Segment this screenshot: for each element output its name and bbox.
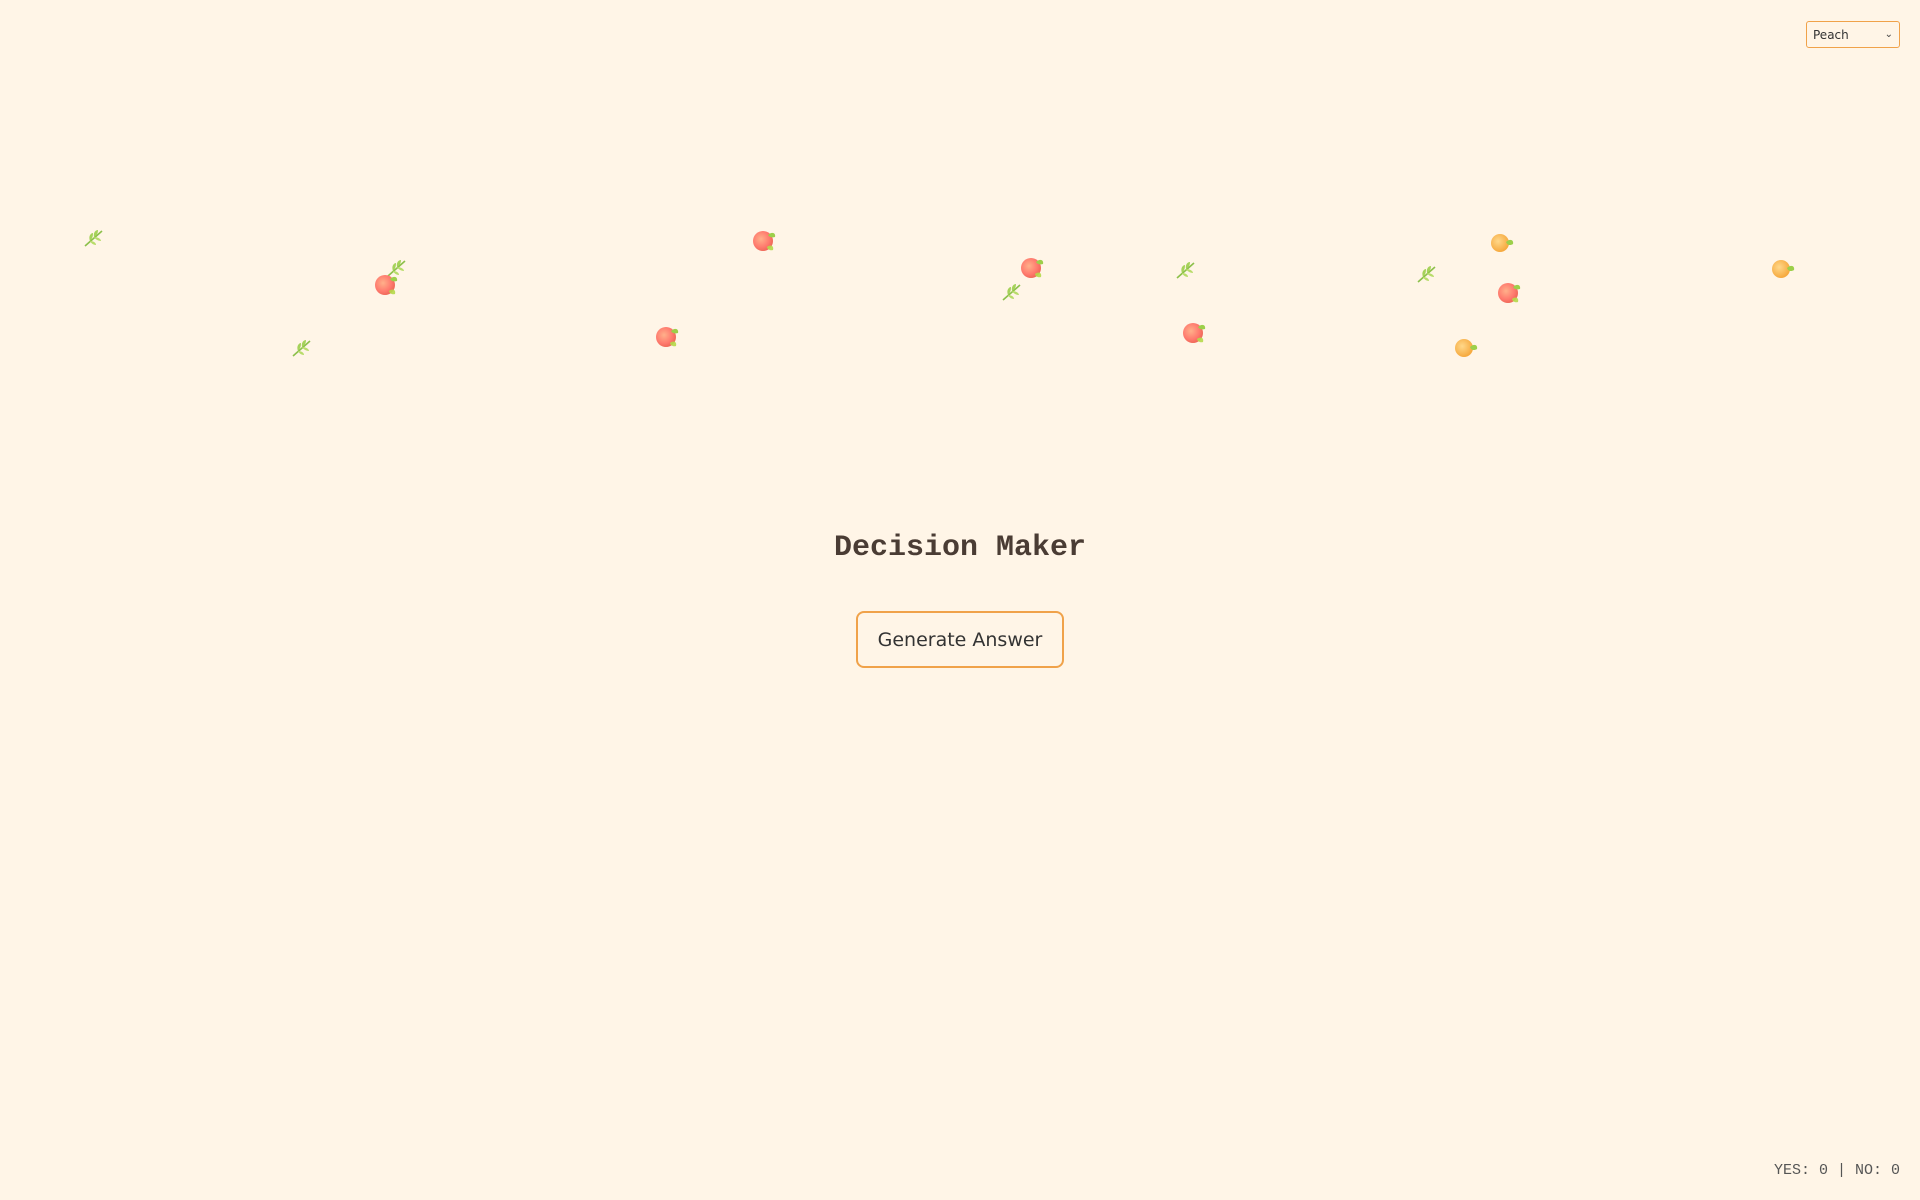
chevron-down-icon: ⌄ [1884,29,1893,40]
leaf-icon [998,278,1026,306]
orange-icon [1452,333,1480,361]
orange-icon [1488,228,1516,256]
generate-answer-button[interactable]: Generate Answer [856,611,1064,668]
orange-icon [1769,254,1797,282]
page-title: Decision Maker [833,531,1087,565]
peach-icon [653,322,681,350]
peach-icon [1180,318,1208,346]
theme-select-value: Peach [1813,27,1849,42]
leaf-icon [80,224,108,252]
peach-icon [750,226,778,254]
leaf-icon [1413,260,1441,288]
peach-icon [372,270,400,298]
yes-no-counter: YES: 0 | NO: 0 [1773,1162,1900,1179]
peach-icon [1018,253,1046,281]
leaf-icon [288,334,316,362]
peach-icon [1495,278,1523,306]
theme-select[interactable]: Peach ⌄ [1806,21,1900,48]
leaf-icon [1172,256,1200,284]
